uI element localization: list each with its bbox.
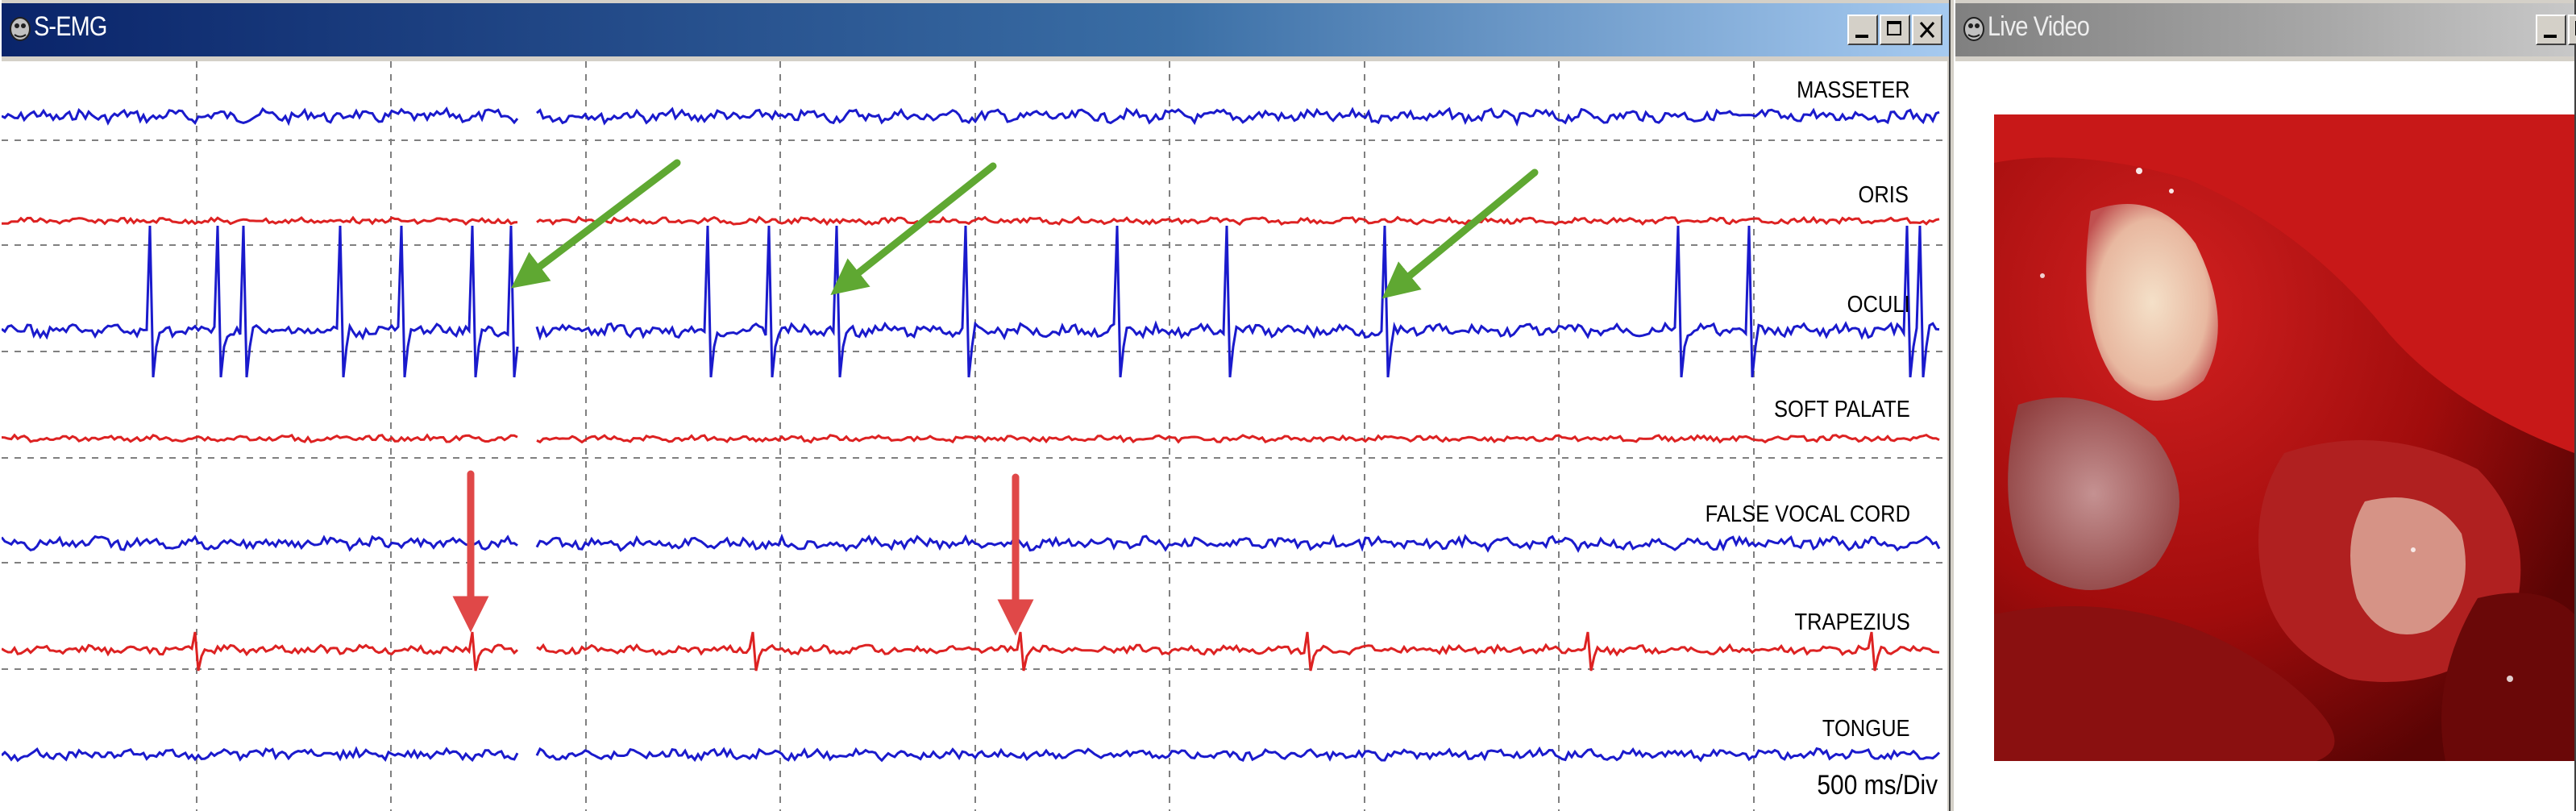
close-icon (1919, 22, 1935, 38)
live-video-window: Live Video (1954, 0, 2576, 811)
video-caption-buttons (2536, 15, 2576, 45)
emg-trace-tongue (2, 746, 1941, 763)
app-icon (10, 17, 31, 41)
emg-plot-area: MASSETER ORIS OCULI SOFT PALATE FALSE VO… (2, 61, 1947, 811)
channel-label-oris: ORIS (1858, 182, 1909, 208)
channel-label-oculi: OCULI (1847, 292, 1910, 318)
time-scale-label: 500 ms/Div (1817, 770, 1938, 801)
emg-trace-false-vocal-cord (2, 533, 1941, 553)
app-icon (1963, 17, 1984, 41)
maximize-button[interactable] (1880, 15, 1910, 45)
minimize-icon (1855, 35, 1868, 38)
channel-label-tongue: TONGUE (1822, 716, 1910, 742)
emg-trace-trapezius (2, 631, 1940, 672)
emg-trace-oculi (2, 225, 1940, 378)
minimize-icon (2544, 35, 2557, 38)
channel-label-false-vocal-cord: FALSE VOCAL CORD (1705, 501, 1910, 527)
channel-label-trapezius: TRAPEZIUS (1794, 609, 1910, 635)
close-button[interactable] (1912, 15, 1942, 45)
semg-caption-buttons (1847, 15, 1942, 45)
semg-title: S-EMG (34, 11, 107, 42)
minimize-button[interactable] (2536, 15, 2566, 45)
maximize-icon (1887, 21, 1901, 35)
video-title: Live Video (1988, 11, 2090, 42)
maximize-button[interactable] (2568, 15, 2576, 45)
green-annotation-arrow (1381, 168, 1539, 299)
emg-trace-soft-palate (2, 433, 1940, 444)
emg-trace-masseter (2, 106, 1940, 127)
emg-trace-oris (2, 215, 1940, 227)
semg-titlebar[interactable]: S-EMG (2, 3, 1949, 56)
emg-traces (2, 61, 1947, 811)
surgical-scene-image (1994, 114, 2574, 761)
minimize-button[interactable] (1847, 15, 1878, 45)
semg-window: S-EMG MASSETER ORIS OCULI SOFT PALATE FA… (0, 0, 1951, 811)
channel-label-soft-palate: SOFT PALATE (1774, 397, 1910, 422)
video-area (1955, 61, 2574, 811)
channel-label-masseter: MASSETER (1797, 77, 1910, 103)
video-titlebar[interactable]: Live Video (1955, 3, 2576, 56)
green-annotation-arrow (830, 162, 997, 295)
surgical-video-frame (1994, 114, 2574, 761)
